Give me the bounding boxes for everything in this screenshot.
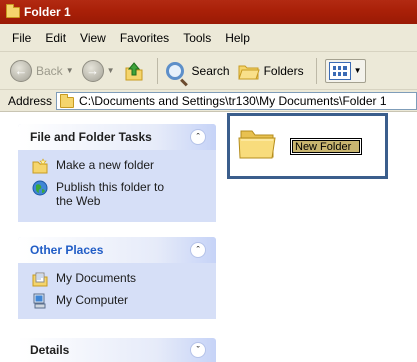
- folders-button[interactable]: Folders: [237, 62, 304, 80]
- back-label: Back: [36, 63, 63, 78]
- new-folder-icon: [32, 158, 48, 174]
- my-documents-icon: [32, 272, 48, 287]
- menu-tools[interactable]: Tools: [183, 31, 211, 45]
- up-folder-button[interactable]: [123, 60, 145, 82]
- task-label: Make a new folder: [56, 158, 155, 172]
- views-icon: [328, 61, 351, 80]
- file-folder-tasks-header[interactable]: File and Folder Tasks ˆ: [18, 124, 216, 150]
- toolbar: ← Back ▼ → ▼ Search Folders ▼: [0, 52, 417, 90]
- my-computer-icon: [33, 293, 46, 309]
- folders-label: Folders: [263, 63, 304, 78]
- search-button[interactable]: Search: [165, 61, 230, 80]
- address-field[interactable]: C:\Documents and Settings\tr130\My Docum…: [56, 91, 417, 110]
- details-header[interactable]: Details ˇ: [18, 338, 216, 362]
- toolbar-separator: [156, 57, 158, 84]
- forward-button[interactable]: → ▼: [81, 59, 115, 82]
- menu-bar: File Edit View Favorites Tools Help: [0, 24, 417, 52]
- details-panel: Details ˇ: [18, 338, 216, 362]
- chevron-down-icon[interactable]: ▼: [66, 66, 74, 75]
- task-make-new-folder[interactable]: Make a new folder: [32, 158, 216, 174]
- toolbar-separator: [315, 57, 317, 84]
- menu-favorites[interactable]: Favorites: [120, 31, 169, 45]
- up-folder-icon: [125, 61, 143, 80]
- other-places-panel: Other Places ˆ My Documents My Computer: [18, 237, 216, 319]
- folder-icon: [6, 3, 20, 18]
- globe-icon: [32, 180, 48, 196]
- collapse-chevron-icon[interactable]: ˆ: [190, 242, 206, 258]
- folder-name-text: New Folder: [292, 140, 360, 153]
- menu-edit[interactable]: Edit: [45, 31, 66, 45]
- folder-icon: [60, 93, 75, 108]
- menu-view[interactable]: View: [80, 31, 106, 45]
- other-places-title: Other Places: [30, 243, 104, 257]
- address-label: Address: [8, 93, 53, 108]
- views-button[interactable]: ▼: [324, 58, 366, 83]
- title-bar[interactable]: Folder 1: [0, 0, 417, 24]
- folder-icon[interactable]: [238, 126, 276, 160]
- search-icon: [165, 61, 184, 80]
- address-bar: Address C:\Documents and Settings\tr130\…: [0, 90, 417, 112]
- task-publish-web[interactable]: Publish this folder to the Web: [32, 180, 216, 208]
- place-my-computer[interactable]: My Computer: [32, 293, 216, 309]
- back-button[interactable]: ← Back ▼: [10, 59, 74, 82]
- collapse-chevron-icon[interactable]: ˆ: [190, 129, 206, 145]
- chevron-down-icon[interactable]: ▼: [107, 66, 115, 75]
- other-places-header[interactable]: Other Places ˆ: [18, 237, 216, 263]
- folders-icon: [237, 65, 260, 79]
- chevron-down-icon[interactable]: ▼: [354, 66, 362, 75]
- forward-arrow-icon: →: [81, 59, 104, 82]
- search-label: Search: [191, 63, 230, 78]
- expand-chevron-icon[interactable]: ˇ: [190, 342, 206, 358]
- task-label: Publish this folder to the Web: [56, 180, 165, 208]
- place-my-documents[interactable]: My Documents: [32, 271, 216, 287]
- file-folder-tasks-panel: File and Folder Tasks ˆ Make a new folde…: [18, 124, 216, 222]
- menu-help[interactable]: Help: [225, 31, 250, 45]
- details-title: Details: [30, 343, 70, 357]
- file-folder-tasks-title: File and Folder Tasks: [30, 130, 152, 144]
- place-label: My Computer: [56, 293, 129, 307]
- window-title: Folder 1: [24, 5, 71, 19]
- menu-file[interactable]: File: [12, 31, 31, 45]
- back-arrow-icon: ←: [10, 59, 32, 82]
- folder-rename-input[interactable]: New Folder: [290, 138, 362, 155]
- address-path: C:\Documents and Settings\tr130\My Docum…: [79, 93, 387, 108]
- place-label: My Documents: [56, 271, 137, 285]
